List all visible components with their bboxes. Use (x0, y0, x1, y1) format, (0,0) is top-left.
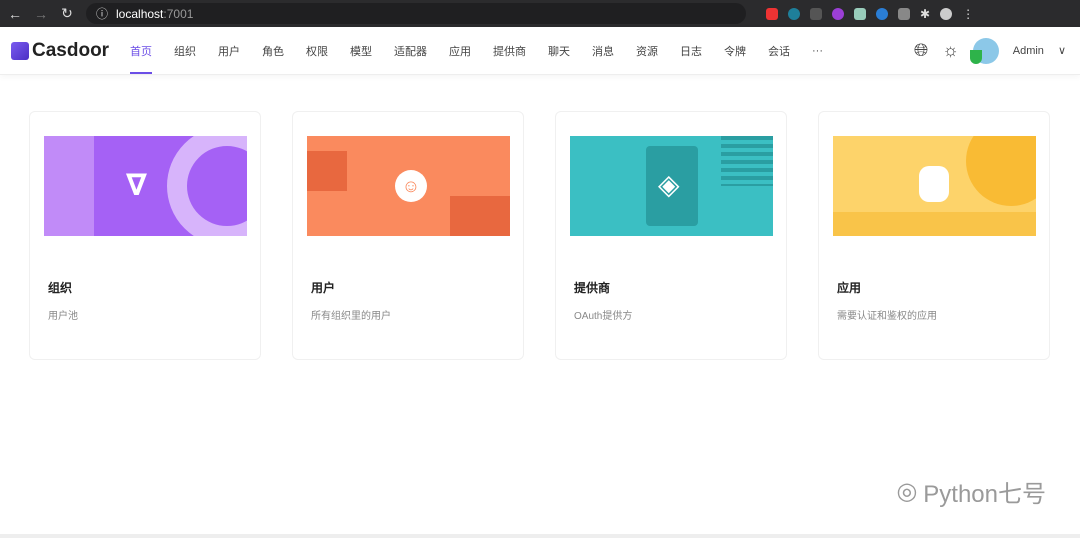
logo-text: Casdoor (32, 39, 110, 61)
card-grid: ∇ 组织 用户池 ☺ 用户 所有组织里的用户 ◈ 提供商 OAuth提供方 应用… (29, 111, 1050, 360)
providers-illustration: ◈ (570, 136, 773, 236)
card-providers[interactable]: ◈ 提供商 OAuth提供方 (555, 111, 787, 360)
forward-icon[interactable]: → (30, 6, 52, 22)
extension-icon[interactable] (788, 7, 800, 20)
menu-item-sessions[interactable]: 会话 (757, 27, 801, 75)
menu-item-adapters[interactable]: 适配器 (383, 27, 438, 75)
extension-icon[interactable] (766, 7, 778, 20)
menu-item-users[interactable]: 用户 (207, 27, 251, 75)
menu-item-more[interactable]: ··· (801, 27, 834, 75)
applications-illustration (833, 136, 1036, 236)
card-users[interactable]: ☺ 用户 所有组织里的用户 (292, 111, 524, 360)
username[interactable]: Admin (1013, 45, 1044, 57)
logo[interactable]: Casdoor (11, 40, 115, 62)
card-title: 用户 (311, 281, 336, 295)
url-port: :7001 (163, 6, 194, 21)
back-icon[interactable]: ← (4, 6, 26, 22)
nav-menu: 首页 组织 用户 角色 权限 模型 适配器 应用 提供商 聊天 消息 资源 日志… (119, 27, 834, 75)
card-organizations[interactable]: ∇ 组织 用户池 (29, 111, 261, 360)
extension-icon[interactable] (832, 7, 844, 20)
extensions: ✱ ⋮ (766, 7, 974, 21)
card-desc: 所有组织里的用户 (311, 311, 391, 322)
card-desc: 需要认证和鉴权的应用 (837, 311, 937, 322)
extension-icon[interactable] (876, 7, 888, 20)
users-illustration: ☺ (307, 136, 510, 236)
address-bar[interactable]: ⓘ localhost:7001 (86, 3, 746, 24)
menu-item-tokens[interactable]: 令牌 (713, 27, 757, 75)
chevron-down-icon[interactable]: ∨ (1058, 44, 1066, 57)
menu-item-messages[interactable]: 消息 (581, 27, 625, 75)
info-icon: ⓘ (96, 7, 109, 21)
menu-item-applications[interactable]: 应用 (438, 27, 482, 75)
menu-item-models[interactable]: 模型 (339, 27, 383, 75)
puzzle-icon[interactable]: ✱ (920, 7, 930, 21)
app-header: Casdoor 首页 组织 用户 角色 权限 模型 适配器 应用 提供商 聊天 … (0, 27, 1080, 75)
watermark: ◎ Python七号 (896, 474, 1046, 509)
extension-icon[interactable] (854, 7, 866, 20)
card-desc: OAuth提供方 (574, 311, 633, 322)
menu-item-resources[interactable]: 资源 (625, 27, 669, 75)
card-title: 应用 (837, 281, 862, 295)
profile-icon[interactable] (940, 7, 953, 20)
extension-icon[interactable] (898, 7, 910, 20)
cube-icon (11, 41, 29, 60)
browser-toolbar: ← → ↻ ⓘ localhost:7001 ✱ ⋮ (0, 0, 1080, 27)
bottom-bar (0, 534, 1080, 538)
sun-icon[interactable]: ☼ (942, 40, 959, 61)
menu-item-providers[interactable]: 提供商 (482, 27, 537, 75)
url-host: localhost (116, 6, 164, 21)
card-applications[interactable]: 应用 需要认证和鉴权的应用 (818, 111, 1050, 360)
watermark-text: Python七号 (923, 481, 1046, 508)
card-title: 组织 (48, 281, 73, 295)
menu-icon[interactable]: ⋮ (962, 7, 974, 21)
wechat-icon: ◎ (896, 478, 918, 505)
card-desc: 用户池 (48, 311, 78, 322)
extension-icon[interactable] (810, 7, 822, 20)
menu-item-chats[interactable]: 聊天 (537, 27, 581, 75)
menu-item-organizations[interactable]: 组织 (163, 27, 207, 75)
menu-item-home[interactable]: 首页 (119, 27, 163, 75)
globe-icon[interactable]: 🌐︎ (914, 40, 928, 61)
reload-icon[interactable]: ↻ (56, 5, 78, 22)
organizations-illustration: ∇ (44, 136, 247, 236)
menu-item-logs[interactable]: 日志 (669, 27, 713, 75)
menu-item-permissions[interactable]: 权限 (295, 27, 339, 75)
avatar[interactable] (969, 37, 999, 64)
menu-item-roles[interactable]: 角色 (251, 27, 295, 75)
card-title: 提供商 (574, 281, 611, 295)
